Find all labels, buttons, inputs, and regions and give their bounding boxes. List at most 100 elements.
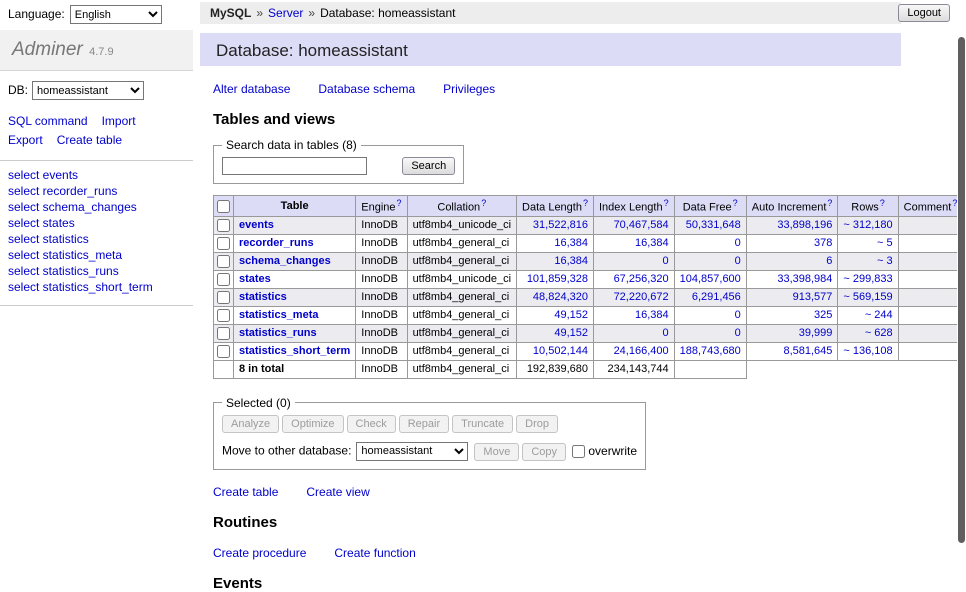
data-free-value-link[interactable]: 0 <box>735 309 741 321</box>
table-name-link[interactable]: events <box>239 219 274 231</box>
row-checkbox[interactable] <box>217 273 230 286</box>
routine-link[interactable]: Create procedure <box>213 546 306 560</box>
export-link[interactable]: Export <box>8 133 43 147</box>
create-link[interactable]: Create table <box>213 485 278 499</box>
index-length-value-link[interactable]: 16,384 <box>635 309 669 321</box>
breadcrumb-server-link[interactable]: Server <box>268 6 303 20</box>
drop-button[interactable]: Drop <box>516 415 558 433</box>
logout-button[interactable]: Logout <box>898 4 950 22</box>
index-length-value-link[interactable]: 70,467,584 <box>614 219 669 231</box>
rows-value-link[interactable]: ~ 569,159 <box>843 291 892 303</box>
row-checkbox[interactable] <box>217 345 230 358</box>
sql-command-link[interactable]: SQL command <box>8 114 88 128</box>
data-length-value-link[interactable]: 48,824,320 <box>533 291 588 303</box>
truncate-button[interactable]: Truncate <box>452 415 513 433</box>
auto-increment-value-link[interactable]: 8,581,645 <box>783 345 832 357</box>
sidebar-select-link[interactable]: select schema_changes <box>8 200 185 216</box>
help-icon[interactable]: ? <box>827 198 832 208</box>
db-action-link[interactable]: Database schema <box>318 82 415 96</box>
breadcrumb-mysql-link[interactable]: MySQL <box>210 6 251 20</box>
move-button[interactable]: Move <box>474 443 519 461</box>
language-select[interactable]: English <box>70 5 162 24</box>
rows-value-link[interactable]: ~ 136,108 <box>843 345 892 357</box>
data-free-value-link[interactable]: 6,291,456 <box>692 291 741 303</box>
data-length-value-link[interactable]: 101,859,328 <box>527 273 588 285</box>
auto-increment-value-link[interactable]: 325 <box>814 309 832 321</box>
row-checkbox[interactable] <box>217 309 230 322</box>
sidebar-select-link[interactable]: select events <box>8 168 185 184</box>
data-length-value-link[interactable]: 49,152 <box>554 309 588 321</box>
row-checkbox[interactable] <box>217 327 230 340</box>
sidebar-select-link[interactable]: select statistics_meta <box>8 248 185 264</box>
data-free-value-link[interactable]: 0 <box>735 237 741 249</box>
data-free-value-link[interactable]: 188,743,680 <box>680 345 741 357</box>
data-length-value-link[interactable]: 10,502,144 <box>533 345 588 357</box>
rows-value-link[interactable]: ~ 3 <box>877 255 893 267</box>
index-length-value-link[interactable]: 16,384 <box>635 237 669 249</box>
rows-value-link[interactable]: ~ 299,833 <box>843 273 892 285</box>
scrollbar[interactable] <box>957 0 966 543</box>
rows-value-link[interactable]: ~ 312,180 <box>843 219 892 231</box>
table-name-link[interactable]: recorder_runs <box>239 237 314 249</box>
data-free-value-link[interactable]: 50,331,648 <box>686 219 741 231</box>
db-action-link[interactable]: Privileges <box>443 82 495 96</box>
repair-button[interactable]: Repair <box>399 415 449 433</box>
data-free-value-link[interactable]: 104,857,600 <box>680 273 741 285</box>
data-length-value-link[interactable]: 16,384 <box>554 255 588 267</box>
table-name-link[interactable]: statistics_short_term <box>239 345 350 357</box>
select-all-checkbox[interactable] <box>217 200 230 213</box>
copy-button[interactable]: Copy <box>522 443 566 461</box>
index-length-value-link[interactable]: 0 <box>663 255 669 267</box>
row-checkbox[interactable] <box>217 291 230 304</box>
sidebar-select-link[interactable]: select statistics <box>8 232 185 248</box>
data-free-value-link[interactable]: 0 <box>735 327 741 339</box>
auto-increment-value-link[interactable]: 6 <box>826 255 832 267</box>
auto-increment-value-link[interactable]: 39,999 <box>799 327 833 339</box>
create-link[interactable]: Create view <box>306 485 369 499</box>
import-link[interactable]: Import <box>102 114 136 128</box>
search-button[interactable]: Search <box>402 157 455 175</box>
adminer-logo-link[interactable]: Adminer <box>12 39 83 60</box>
auto-increment-value-link[interactable]: 913,577 <box>793 291 833 303</box>
sidebar-select-link[interactable]: select statistics_runs <box>8 264 185 280</box>
table-name-link[interactable]: schema_changes <box>239 255 331 267</box>
move-db-select[interactable]: homeassistant <box>356 442 468 461</box>
scrollbar-thumb[interactable] <box>958 37 965 543</box>
index-length-value-link[interactable]: 0 <box>663 327 669 339</box>
help-icon[interactable]: ? <box>481 198 486 208</box>
help-icon[interactable]: ? <box>733 198 738 208</box>
data-free-value-link[interactable]: 0 <box>735 255 741 267</box>
optimize-button[interactable]: Optimize <box>282 415 343 433</box>
auto-increment-value-link[interactable]: 378 <box>814 237 832 249</box>
table-name-link[interactable]: states <box>239 273 271 285</box>
db-action-link[interactable]: Alter database <box>213 82 290 96</box>
sidebar-select-link[interactable]: select recorder_runs <box>8 184 185 200</box>
index-length-value-link[interactable]: 67,256,320 <box>614 273 669 285</box>
help-icon[interactable]: ? <box>880 198 885 208</box>
sidebar-select-link[interactable]: select statistics_short_term <box>8 280 185 296</box>
data-length-value-link[interactable]: 49,152 <box>554 327 588 339</box>
check-button[interactable]: Check <box>347 415 396 433</box>
table-name-link[interactable]: statistics_meta <box>239 309 319 321</box>
index-length-value-link[interactable]: 24,166,400 <box>614 345 669 357</box>
row-checkbox[interactable] <box>217 237 230 250</box>
search-input[interactable] <box>222 157 367 175</box>
sidebar-select-link[interactable]: select states <box>8 216 185 232</box>
overwrite-checkbox[interactable] <box>572 445 585 458</box>
help-icon[interactable]: ? <box>397 198 402 208</box>
index-length-value-link[interactable]: 72,220,672 <box>614 291 669 303</box>
row-checkbox[interactable] <box>217 219 230 232</box>
table-name-link[interactable]: statistics <box>239 291 287 303</box>
analyze-button[interactable]: Analyze <box>222 415 279 433</box>
db-select[interactable]: homeassistant <box>32 81 144 100</box>
create-table-link[interactable]: Create table <box>57 133 122 147</box>
rows-value-link[interactable]: ~ 244 <box>865 309 893 321</box>
routine-link[interactable]: Create function <box>334 546 415 560</box>
auto-increment-value-link[interactable]: 33,898,196 <box>777 219 832 231</box>
row-checkbox[interactable] <box>217 255 230 268</box>
rows-value-link[interactable]: ~ 5 <box>877 237 893 249</box>
help-icon[interactable]: ? <box>583 198 588 208</box>
help-icon[interactable]: ? <box>664 198 669 208</box>
table-name-link[interactable]: statistics_runs <box>239 327 317 339</box>
rows-value-link[interactable]: ~ 628 <box>865 327 893 339</box>
